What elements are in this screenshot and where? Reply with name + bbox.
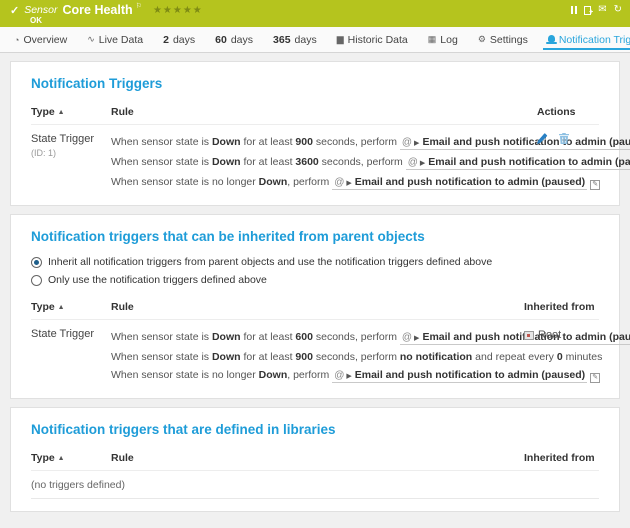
tab-2-days[interactable]: 2 days: [153, 27, 205, 52]
edit-notification-icon[interactable]: ✎: [590, 373, 600, 383]
tab-notification-triggers[interactable]: Notification Triggers: [538, 27, 630, 52]
column-inherited-from: Inherited from: [524, 301, 599, 313]
push-icon: ▶: [414, 140, 419, 147]
radio-button[interactable]: [31, 257, 42, 268]
radio-button[interactable]: [31, 275, 42, 286]
priority-stars[interactable]: ★★★★★: [153, 5, 203, 16]
email-icon: @: [334, 177, 344, 188]
table-header: Type ▲ Rule Actions: [31, 106, 599, 125]
radio-label: Inherit all notification triggers from p…: [48, 256, 492, 268]
page-content: Notification Triggers Type ▲ Rule Action…: [0, 53, 630, 528]
edit-trigger-button[interactable]: [537, 133, 548, 144]
email-icon: @: [408, 157, 418, 168]
trigger-rule: When sensor state is Down for at least 9…: [111, 133, 537, 153]
trigger-id: (ID: 1): [31, 148, 111, 158]
radio-inherit-all[interactable]: Inherit all notification triggers from p…: [31, 256, 599, 268]
edit-notification-icon[interactable]: ✎: [590, 180, 600, 190]
tab-historic-data[interactable]: ▆Historic Data: [327, 27, 418, 52]
trigger-rule: When sensor state is Down for at least 3…: [111, 153, 537, 173]
email-icon: @: [402, 332, 412, 343]
push-icon: ▶: [420, 160, 425, 167]
panel-library-triggers: Notification triggers that are defined i…: [10, 407, 620, 512]
email-icon: @: [334, 370, 344, 381]
historic-data-icon: ▆: [337, 34, 344, 45]
trigger-rule: When sensor state is Down for at least 6…: [111, 328, 524, 348]
add-report-icon[interactable]: [584, 6, 591, 15]
tab-overview[interactable]: ◔Overview: [4, 27, 77, 52]
inherited-from-label: Root: [538, 329, 561, 341]
column-rule: Rule: [111, 106, 537, 118]
column-rule: Rule: [111, 452, 524, 464]
tab-live-data[interactable]: ∿Live Data: [77, 27, 153, 52]
push-icon: ▶: [414, 335, 419, 342]
tab-60-days[interactable]: 60 days: [205, 27, 263, 52]
panel-title: Notification Triggers: [31, 76, 599, 91]
push-icon: ▶: [346, 180, 351, 187]
panel-title: Notification triggers that are defined i…: [31, 422, 599, 437]
column-type[interactable]: Type ▲: [31, 301, 111, 313]
trigger-rule: When sensor state is Down for at least 9…: [111, 348, 524, 366]
settings-icon: ⚙: [478, 34, 486, 45]
column-inherited-from: Inherited from: [524, 452, 599, 464]
column-actions: Actions: [537, 106, 599, 118]
trigger-type: State Trigger: [31, 328, 111, 340]
tab-log[interactable]: ▦Log: [418, 27, 468, 52]
sensor-title-row: ✓ Sensor Core Health ⚐ ★★★★★: [10, 3, 622, 17]
notification-link[interactable]: @▶Email and push notification to admin (…: [406, 156, 630, 170]
trigger-rule: When sensor state is no longer Down, per…: [111, 173, 537, 193]
header-toolbar: ✉ ↻: [571, 5, 622, 15]
delete-trigger-button[interactable]: [559, 133, 569, 144]
email-icon: @: [402, 137, 412, 148]
notification-link[interactable]: @▶Email and push notification to admin (…: [332, 369, 587, 383]
table-row: State Trigger When sensor state is Down …: [31, 320, 599, 386]
table-header: Type ▲ Rule Inherited from: [31, 452, 599, 471]
object-kind-label: Sensor: [24, 4, 57, 16]
panel-title: Notification triggers that can be inheri…: [31, 229, 599, 244]
column-type[interactable]: Type ▲: [31, 106, 111, 118]
flag-icon: ⚐: [136, 2, 142, 10]
panel-inherited-triggers: Notification triggers that can be inheri…: [10, 214, 620, 399]
notification-link[interactable]: @▶Email and push notification to admin (…: [332, 176, 587, 190]
refresh-icon[interactable]: ↻: [614, 5, 622, 15]
inherited-from-link[interactable]: Root: [524, 328, 599, 341]
sort-asc-icon: ▲: [58, 455, 65, 462]
inherit-options: Inherit all notification triggers from p…: [31, 256, 599, 286]
status-check-icon: ✓: [10, 4, 19, 17]
tab-bar: ◔Overview∿Live Data2 days60 days365 days…: [0, 27, 630, 53]
live-data-icon: ∿: [87, 34, 95, 45]
trigger-rules: When sensor state is Down for at least 6…: [111, 328, 524, 386]
sensor-title: Core Health: [63, 3, 133, 17]
log-icon: ▦: [428, 34, 437, 45]
column-type[interactable]: Type ▲: [31, 452, 111, 464]
trigger-rules: When sensor state is Down for at least 9…: [111, 133, 537, 193]
status-badge: OK: [30, 16, 42, 25]
tab-365-days[interactable]: 365 days: [263, 27, 327, 52]
radio-only-own[interactable]: Only use the notification triggers defin…: [31, 274, 599, 286]
table-row: State Trigger (ID: 1) When sensor state …: [31, 125, 599, 193]
trigger-rule: When sensor state is no longer Down, per…: [111, 366, 524, 386]
tab-settings[interactable]: ⚙Settings: [468, 27, 538, 52]
prtg-app: ✓ Sensor Core Health ⚐ ★★★★★ OK ✉ ↻ ◔Ove…: [0, 0, 630, 528]
sort-asc-icon: ▲: [58, 109, 65, 116]
root-group-icon: [524, 331, 534, 340]
pause-icon[interactable]: [571, 6, 577, 14]
mail-icon[interactable]: ✉: [598, 5, 606, 15]
column-rule: Rule: [111, 301, 524, 313]
sort-asc-icon: ▲: [58, 304, 65, 311]
bell-icon: [548, 35, 555, 42]
table-header: Type ▲ Rule Inherited from: [31, 301, 599, 320]
panel-notification-triggers: Notification Triggers Type ▲ Rule Action…: [10, 61, 620, 206]
radio-label: Only use the notification triggers defin…: [48, 274, 267, 286]
empty-state: (no triggers defined): [31, 471, 599, 499]
sensor-header: ✓ Sensor Core Health ⚐ ★★★★★ OK ✉ ↻: [0, 0, 630, 27]
push-icon: ▶: [346, 373, 351, 380]
trigger-type: State Trigger: [31, 133, 111, 145]
overview-icon: ◔: [14, 35, 19, 45]
